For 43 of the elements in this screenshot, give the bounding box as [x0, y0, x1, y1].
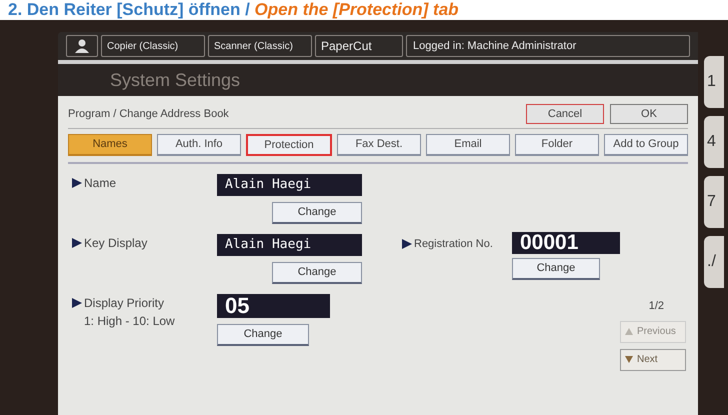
- keypad-key[interactable]: 4: [704, 116, 724, 168]
- triangle-icon: [72, 298, 82, 308]
- triangle-icon: [72, 178, 82, 188]
- field-label: Registration No.: [414, 237, 493, 252]
- change-button[interactable]: Change: [217, 324, 309, 346]
- next-button[interactable]: Next: [620, 348, 686, 370]
- up-triangle-icon: [625, 328, 633, 335]
- tab[interactable]: Email: [426, 134, 510, 156]
- field-label: Key Display: [84, 235, 148, 252]
- mode-button[interactable]: Copier (Classic): [101, 35, 205, 57]
- tab[interactable]: Folder: [515, 134, 599, 156]
- field-hint: 1: High - 10: Low: [83, 313, 176, 330]
- field-value: Alain Haegi: [217, 234, 362, 256]
- tab[interactable]: Protection: [246, 134, 332, 156]
- cancel-button[interactable]: Cancel: [526, 104, 604, 124]
- triangle-icon: [402, 239, 412, 250]
- login-status: Logged in: Machine Administrator: [406, 35, 690, 57]
- user-button[interactable]: [66, 35, 98, 57]
- mode-button[interactable]: PaperCut: [315, 35, 403, 57]
- tab[interactable]: Add to Group: [604, 134, 688, 156]
- change-button[interactable]: Change: [272, 262, 362, 284]
- registration-value: 00001: [512, 232, 620, 254]
- mode-button[interactable]: Scanner (Classic): [208, 35, 312, 57]
- field-value: 05: [217, 294, 330, 318]
- keypad-key[interactable]: 1: [704, 56, 724, 108]
- triangle-icon: [72, 238, 82, 248]
- field-label: Name: [84, 175, 116, 192]
- field-label: Display Priority: [84, 295, 164, 312]
- window-title: System Settings: [110, 68, 240, 92]
- change-button[interactable]: Change: [272, 202, 362, 224]
- field-value: Alain Haegi: [217, 174, 362, 196]
- caption: 2. Den Reiter [Schutz] öffnen / Open the [Protection] tab: [0, 0, 728, 20]
- page-indicator: 1/2: [648, 299, 665, 314]
- user-icon: [75, 39, 89, 53]
- down-triangle-icon: [625, 356, 633, 363]
- tab[interactable]: Names: [68, 134, 152, 156]
- change-button[interactable]: Change: [512, 258, 600, 280]
- keypad-key[interactable]: ./: [704, 236, 724, 288]
- tab[interactable]: Auth. Info: [157, 134, 241, 156]
- ok-button[interactable]: OK: [610, 104, 688, 124]
- dialog-title: Program / Change Address Book: [68, 106, 229, 122]
- tab[interactable]: Fax Dest.: [337, 134, 421, 156]
- keypad-key[interactable]: 7: [704, 176, 724, 228]
